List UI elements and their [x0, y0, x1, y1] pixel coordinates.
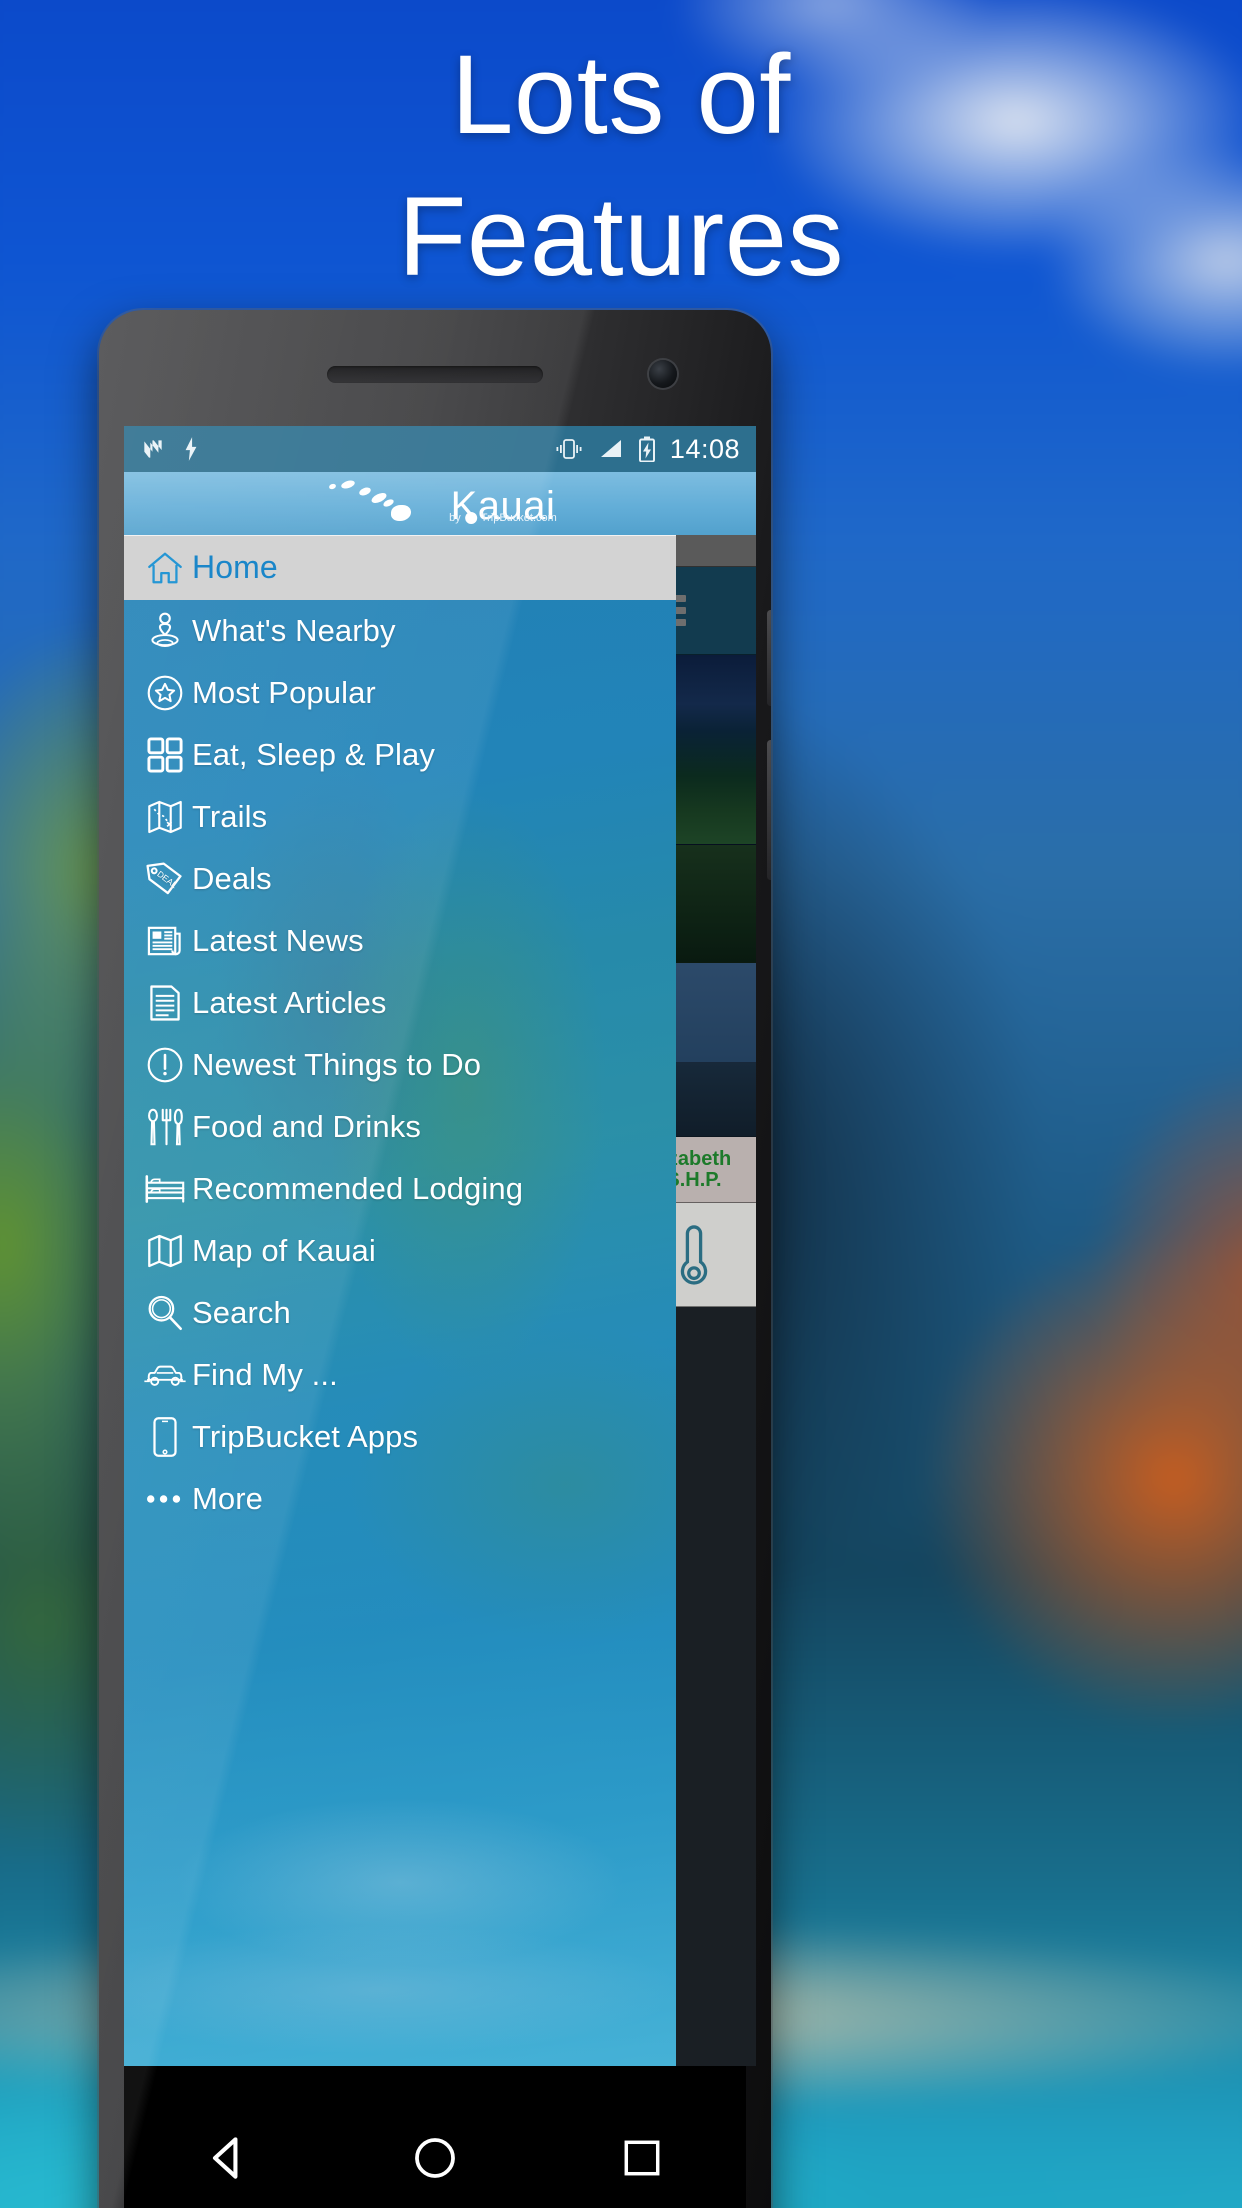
article-lines-icon [138, 982, 192, 1024]
drawer-item-label: Home [192, 549, 278, 585]
headline-line-2: Features [398, 174, 844, 300]
cutlery-icon [138, 1106, 192, 1148]
recents-square-icon[interactable] [594, 2110, 690, 2206]
tripbucket-logo-icon [464, 511, 477, 524]
trail-map-icon [138, 796, 192, 838]
drawer-item-map-of-kauai[interactable]: Map of Kauai [124, 1220, 676, 1282]
status-bar-left-icons [140, 436, 200, 462]
drawer-item-label: Search [192, 1295, 291, 1330]
car-icon [138, 1354, 192, 1396]
drawer-item-label: Trails [192, 799, 268, 834]
drawer-item-label: TripBucket Apps [192, 1419, 419, 1454]
volume-button[interactable] [767, 610, 771, 706]
front-camera-icon [649, 360, 677, 388]
phone-device-frame: 14:08 Kauai by TripBucket.com lizabeth S… [99, 310, 771, 2208]
drawer-item-more[interactable]: More [124, 1468, 676, 1530]
newspaper-icon [138, 920, 192, 962]
drawer-item-label: What's Nearby [192, 613, 396, 648]
drawer-item-tripbucket-apps[interactable]: TripBucket Apps [124, 1406, 676, 1468]
battery-charging-icon [638, 436, 655, 462]
drawer-item-label: Deals [192, 861, 272, 896]
byline-brand: TripBucket.com [480, 511, 557, 524]
magnifier-icon [138, 1292, 192, 1334]
exclamation-circle-icon [138, 1044, 192, 1086]
app-header: Kauai by TripBucket.com [124, 472, 756, 535]
android-navigation-bar [124, 2066, 746, 2208]
app-byline: by TripBucket.com [449, 511, 557, 524]
drawer-item-find-my[interactable]: Find My ... [124, 1344, 676, 1406]
byline-prefix: by [449, 511, 461, 524]
phone-screen: 14:08 Kauai by TripBucket.com lizabeth S… [124, 426, 756, 2066]
nearby-pin-icon [138, 610, 192, 652]
signal-icon [600, 440, 621, 457]
charging-bolt-icon [185, 437, 197, 461]
status-bar: 14:08 [124, 426, 756, 472]
drawer-item-whats-nearby[interactable]: What's Nearby [124, 600, 676, 662]
home-icon [138, 547, 192, 589]
drawer-item-deals[interactable]: DEAL Deals [124, 848, 676, 910]
smartphone-icon [138, 1416, 192, 1458]
drawer-item-label: Find My ... [192, 1357, 338, 1392]
drawer-item-label: Map of Kauai [192, 1233, 376, 1268]
promo-headline: Lots of Features [0, 24, 1242, 308]
drawer-item-label: Latest News [192, 923, 364, 958]
drawer-item-newest-things-to-do[interactable]: Newest Things to Do [124, 1034, 676, 1096]
drawer-item-label: Eat, Sleep & Play [192, 737, 435, 772]
bed-icon [138, 1168, 192, 1210]
drawer-item-list: Home What's Nearby Most Popular Eat, Sle… [124, 535, 676, 1530]
headline-line-1: Lots of [451, 32, 791, 157]
thermometer-icon [680, 1224, 708, 1285]
back-triangle-icon[interactable] [180, 2110, 276, 2206]
drawer-item-label: Most Popular [192, 675, 376, 710]
earpiece-speaker [327, 366, 543, 383]
drawer-item-food-and-drinks[interactable]: Food and Drinks [124, 1096, 676, 1158]
drawer-item-trails[interactable]: Trails [124, 786, 676, 848]
drawer-item-label: Food and Drinks [192, 1109, 421, 1144]
deal-tag-icon: DEAL [138, 858, 192, 900]
drawer-item-label: Latest Articles [192, 985, 387, 1020]
phone-top-bezel [99, 310, 771, 426]
drawer-item-eat-sleep-play[interactable]: Eat, Sleep & Play [124, 724, 676, 786]
ellipsis-icon [138, 1478, 192, 1520]
nfc-icon [144, 440, 162, 458]
status-bar-clock: 14:08 [669, 433, 740, 464]
app-logo: Kauai by TripBucket.com [325, 478, 557, 526]
drawer-item-latest-news[interactable]: Latest News [124, 910, 676, 972]
navigation-drawer: Home What's Nearby Most Popular Eat, Sle… [124, 535, 676, 2066]
vibrate-icon [556, 439, 582, 459]
drawer-item-recommended-lodging[interactable]: Recommended Lodging [124, 1158, 676, 1220]
drawer-item-label: Newest Things to Do [192, 1047, 482, 1082]
drawer-item-label: More [192, 1481, 264, 1516]
star-circle-icon [138, 672, 192, 714]
drawer-item-home[interactable]: Home [124, 535, 676, 600]
drawer-item-most-popular[interactable]: Most Popular [124, 662, 676, 724]
hawaii-islands-icon [325, 478, 445, 526]
status-bar-right-icons: 14:08 [554, 434, 740, 465]
drawer-item-search[interactable]: Search [124, 1282, 676, 1344]
drawer-item-latest-articles[interactable]: Latest Articles [124, 972, 676, 1034]
home-circle-icon[interactable] [387, 2110, 483, 2206]
grid-squares-icon [138, 734, 192, 776]
drawer-item-label: Recommended Lodging [192, 1171, 524, 1206]
map-icon [138, 1230, 192, 1272]
power-button[interactable] [767, 740, 771, 880]
